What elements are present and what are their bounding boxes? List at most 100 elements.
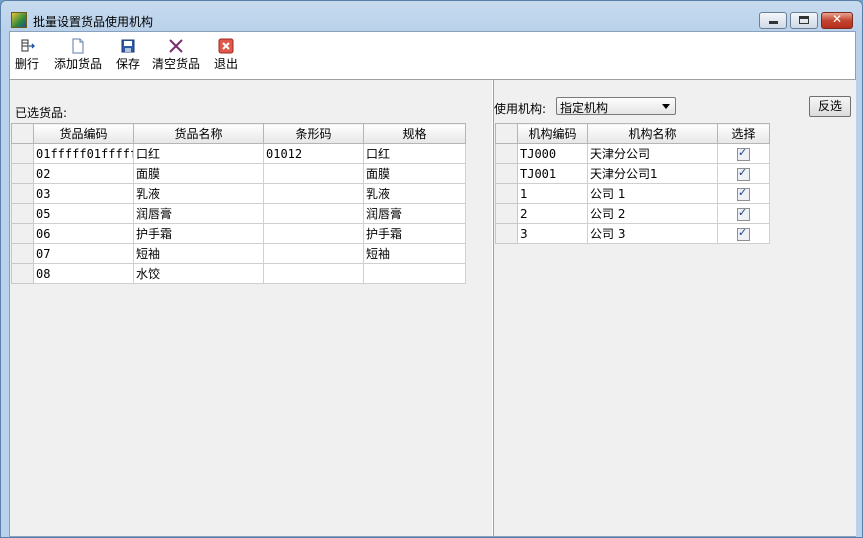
table-row[interactable]: 3 公司 3 bbox=[495, 223, 770, 244]
table-row[interactable]: TJ001 天津分公司1 bbox=[495, 163, 770, 184]
organization-mode-select[interactable]: 指定机构 bbox=[556, 97, 676, 115]
organization-label: 使用机构: bbox=[494, 102, 547, 116]
column-header[interactable]: 货品编码 bbox=[33, 123, 134, 144]
exit-button[interactable]: 退出 bbox=[211, 38, 241, 76]
goods-code-cell[interactable]: 05 bbox=[33, 203, 134, 224]
table-row[interactable]: 03 乳液 乳液 bbox=[11, 183, 466, 204]
table-row[interactable]: 02 面膜 面膜 bbox=[11, 163, 466, 184]
select-cell[interactable] bbox=[717, 183, 770, 204]
table-row[interactable]: 07 短袖 短袖 bbox=[11, 243, 466, 264]
spec-cell[interactable]: 润唇膏 bbox=[363, 203, 466, 224]
goods-name-cell[interactable]: 润唇膏 bbox=[133, 203, 264, 224]
row-header[interactable] bbox=[11, 163, 34, 184]
table-row[interactable]: 01fffff01fffff 口红 01012 口红 bbox=[11, 143, 466, 164]
select-cell[interactable] bbox=[717, 163, 770, 184]
add-goods-button[interactable]: 添加货品 bbox=[52, 38, 104, 76]
selected-goods-panel: 已选货品: 货品编码 货品名称 条形码 规格 01fffff01fffff 口红 0… bbox=[10, 80, 492, 536]
selected-checkbox[interactable] bbox=[737, 166, 750, 181]
goods-name-cell[interactable]: 乳液 bbox=[133, 183, 264, 204]
select-cell[interactable] bbox=[717, 143, 770, 164]
org-name-cell[interactable]: 天津分公司1 bbox=[587, 163, 718, 184]
minimize-button[interactable] bbox=[759, 12, 787, 29]
org-name-cell[interactable]: 天津分公司 bbox=[587, 143, 718, 164]
column-header[interactable]: 规格 bbox=[363, 123, 466, 144]
goods-code-cell[interactable]: 03 bbox=[33, 183, 134, 204]
spec-cell[interactable]: 短袖 bbox=[363, 243, 466, 264]
row-header[interactable] bbox=[11, 223, 34, 244]
org-name-cell[interactable]: 公司 2 bbox=[587, 203, 718, 224]
column-header[interactable]: 机构编码 bbox=[517, 123, 588, 144]
spec-cell[interactable]: 护手霜 bbox=[363, 223, 466, 244]
org-name-cell[interactable]: 公司 1 bbox=[587, 183, 718, 204]
org-code-cell[interactable]: 1 bbox=[517, 183, 588, 204]
column-header[interactable]: 货品名称 bbox=[133, 123, 264, 144]
row-header[interactable] bbox=[495, 223, 518, 244]
barcode-cell[interactable] bbox=[263, 223, 364, 244]
spec-cell[interactable]: 面膜 bbox=[363, 163, 466, 184]
org-code-cell[interactable]: 2 bbox=[517, 203, 588, 224]
delete-row-button[interactable]: 删行 bbox=[12, 38, 42, 76]
organization-grid[interactable]: 机构编码 机构名称 选择 TJ000天津分公司 TJ001天津分公司1 1公司 … bbox=[495, 123, 770, 244]
selected-checkbox[interactable] bbox=[737, 186, 750, 201]
selected-checkbox[interactable] bbox=[737, 206, 750, 221]
goods-name-cell[interactable]: 护手霜 bbox=[133, 223, 264, 244]
row-header[interactable] bbox=[11, 263, 34, 284]
selected-checkbox[interactable] bbox=[737, 226, 750, 241]
spec-cell[interactable] bbox=[363, 263, 466, 284]
maximize-button[interactable] bbox=[790, 12, 818, 29]
select-cell[interactable] bbox=[717, 223, 770, 244]
table-row[interactable]: 08 水饺 bbox=[11, 263, 466, 284]
barcode-cell[interactable]: 01012 bbox=[263, 143, 364, 164]
org-name-cell[interactable]: 公司 3 bbox=[587, 223, 718, 244]
row-header[interactable] bbox=[11, 183, 34, 204]
goods-code-cell[interactable]: 02 bbox=[33, 163, 134, 184]
row-header[interactable] bbox=[11, 143, 34, 164]
column-header[interactable]: 条形码 bbox=[263, 123, 364, 144]
row-header[interactable] bbox=[11, 203, 34, 224]
goods-name-cell[interactable]: 面膜 bbox=[133, 163, 264, 184]
column-header[interactable]: 选择 bbox=[717, 123, 770, 144]
grid-corner bbox=[11, 123, 34, 144]
clear-goods-button[interactable]: 清空货品 bbox=[150, 38, 202, 76]
table-row[interactable]: 06 护手霜 护手霜 bbox=[11, 223, 466, 244]
close-button[interactable]: ✕ bbox=[821, 12, 853, 29]
table-row[interactable]: 2 公司 2 bbox=[495, 203, 770, 224]
row-header[interactable] bbox=[495, 183, 518, 204]
spec-cell[interactable]: 口红 bbox=[363, 143, 466, 164]
barcode-cell[interactable] bbox=[263, 263, 364, 284]
row-header[interactable] bbox=[11, 243, 34, 264]
row-header[interactable] bbox=[495, 203, 518, 224]
org-code-cell[interactable]: 3 bbox=[517, 223, 588, 244]
spec-cell[interactable]: 乳液 bbox=[363, 183, 466, 204]
selected-checkbox[interactable] bbox=[737, 146, 750, 161]
goods-name-cell[interactable]: 水饺 bbox=[133, 263, 264, 284]
row-header[interactable] bbox=[495, 163, 518, 184]
column-header[interactable]: 机构名称 bbox=[587, 123, 718, 144]
save-button[interactable]: 保存 bbox=[113, 38, 143, 76]
org-code-cell[interactable]: TJ000 bbox=[517, 143, 588, 164]
new-document-icon bbox=[70, 38, 86, 54]
goods-code-cell[interactable]: 06 bbox=[33, 223, 134, 244]
goods-code-cell[interactable]: 01fffff01fffff bbox=[33, 143, 134, 164]
barcode-cell[interactable] bbox=[263, 243, 364, 264]
goods-code-cell[interactable]: 08 bbox=[33, 263, 134, 284]
grid-corner bbox=[495, 123, 518, 144]
title-bar[interactable]: 批量设置货品使用机构 ✕ bbox=[1, 1, 862, 31]
barcode-cell[interactable] bbox=[263, 203, 364, 224]
table-row[interactable]: 05 润唇膏 润唇膏 bbox=[11, 203, 466, 224]
row-header[interactable] bbox=[495, 143, 518, 164]
select-cell[interactable] bbox=[717, 203, 770, 224]
goods-name-cell[interactable]: 短袖 bbox=[133, 243, 264, 264]
goods-code-cell[interactable]: 07 bbox=[33, 243, 134, 264]
invert-selection-button[interactable]: 反选 bbox=[809, 96, 851, 117]
exit-label: 退出 bbox=[213, 57, 238, 71]
save-disk-icon bbox=[120, 38, 136, 54]
goods-grid[interactable]: 货品编码 货品名称 条形码 规格 01fffff01fffff 口红 01012 口红… bbox=[11, 123, 466, 284]
table-row[interactable]: TJ000 天津分公司 bbox=[495, 143, 770, 164]
goods-name-cell[interactable]: 口红 bbox=[133, 143, 264, 164]
minimize-icon bbox=[769, 21, 778, 24]
org-code-cell[interactable]: TJ001 bbox=[517, 163, 588, 184]
table-row[interactable]: 1 公司 1 bbox=[495, 183, 770, 204]
barcode-cell[interactable] bbox=[263, 163, 364, 184]
barcode-cell[interactable] bbox=[263, 183, 364, 204]
